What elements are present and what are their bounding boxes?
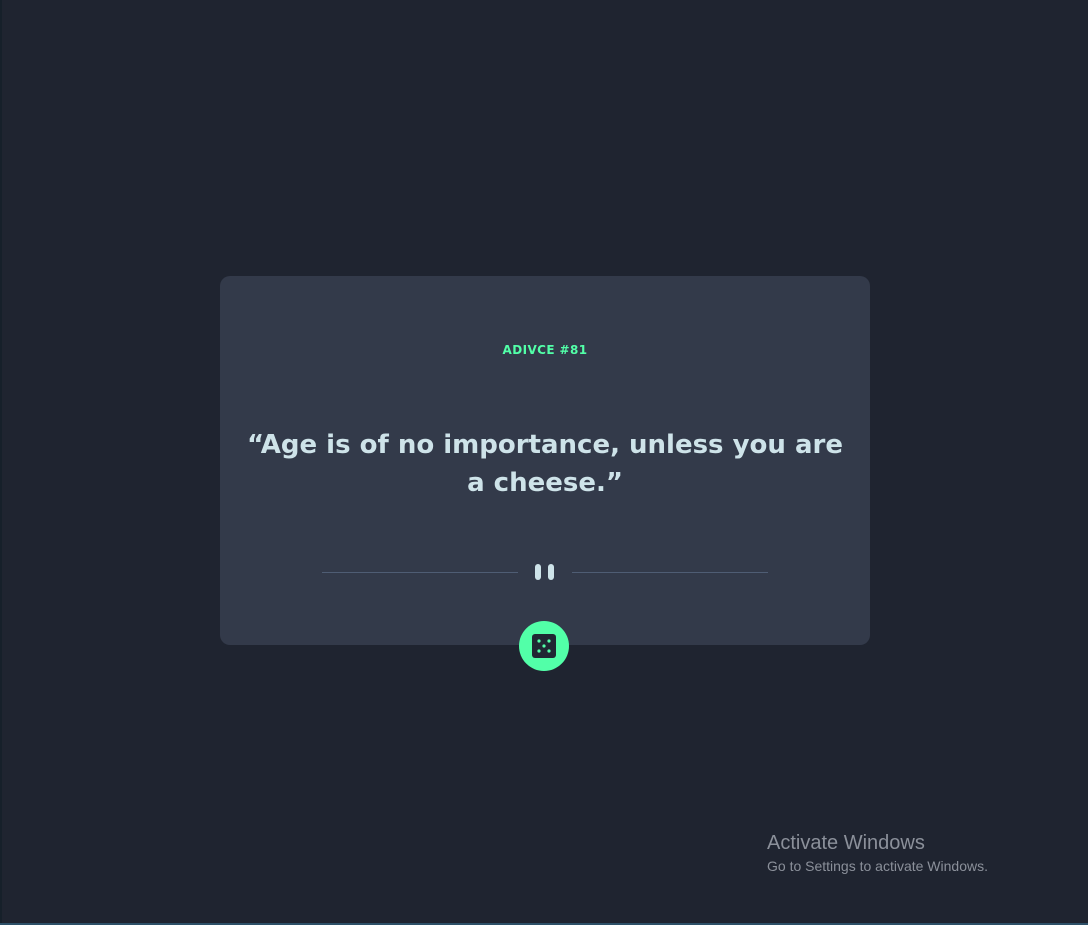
activate-windows-watermark: Activate Windows Go to Settings to activ… (767, 830, 988, 876)
dice-button[interactable] (519, 621, 569, 671)
divider-line-right (572, 572, 768, 573)
divider (322, 564, 768, 582)
window-left-edge (0, 0, 2, 925)
divider-line-left (322, 572, 518, 573)
watermark-subtitle: Go to Settings to activate Windows. (767, 858, 988, 874)
pause-icon (533, 564, 557, 582)
advice-card: ADIVCE #81 “Age is of no importance, unl… (220, 276, 870, 645)
dice-icon (532, 634, 556, 658)
advice-id: ADIVCE #81 (502, 343, 588, 357)
watermark-title: Activate Windows (767, 832, 925, 854)
advice-quote: “Age is of no importance, unless you are… (247, 430, 843, 498)
